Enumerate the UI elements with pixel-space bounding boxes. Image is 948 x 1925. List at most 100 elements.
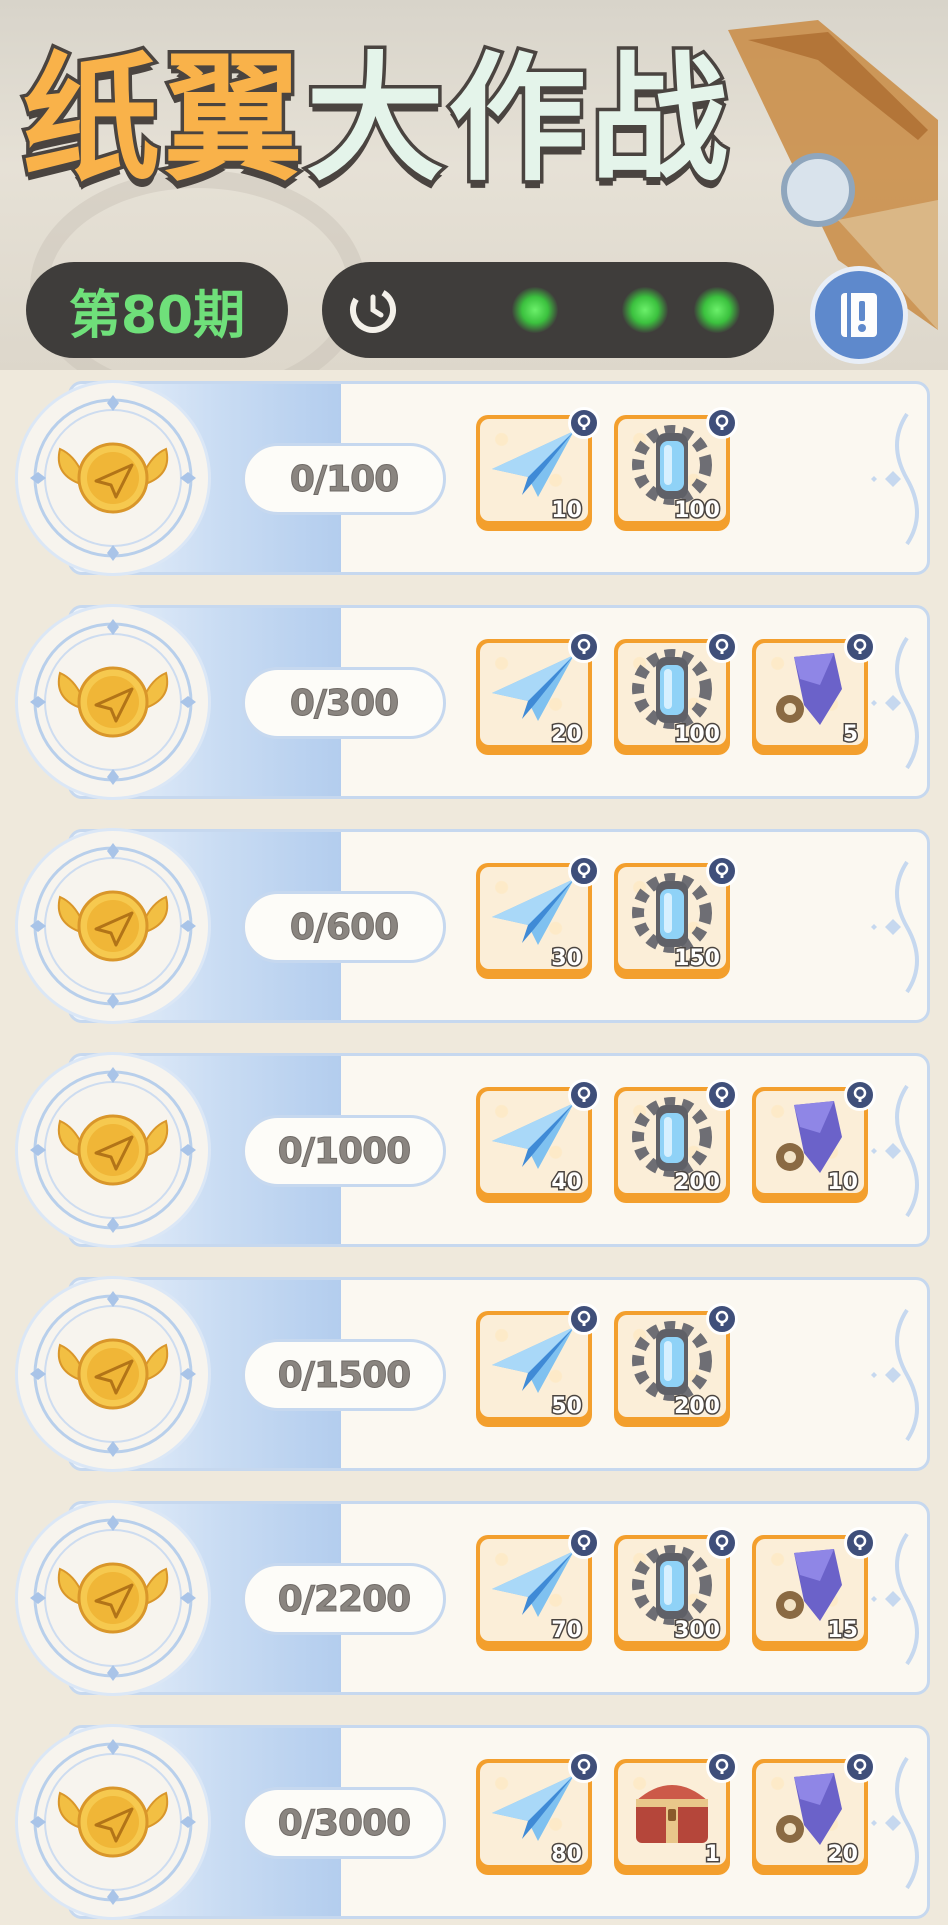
medal-frame <box>30 1515 196 1681</box>
reward-item[interactable]: 70 <box>476 1527 600 1651</box>
gear-capsule-icon <box>626 1097 718 1177</box>
reward-item[interactable]: 150 <box>614 855 738 979</box>
milestone-row: 0/3000 80 1 20 <box>0 1719 948 1925</box>
info-icon[interactable] <box>568 855 600 887</box>
progress-counter: 0/300 <box>242 667 446 739</box>
info-icon[interactable] <box>706 1303 738 1335</box>
reward-count: 200 <box>673 1169 722 1194</box>
info-icon[interactable] <box>568 1079 600 1111</box>
event-header: 纸翼 大作战 第80期 <box>0 0 948 370</box>
card-ornament <box>871 860 919 994</box>
medal-frame <box>30 843 196 1009</box>
info-icon[interactable] <box>844 631 876 663</box>
milestone-row: 0/600 30 150 <box>0 823 948 1029</box>
medal-icon <box>18 1727 208 1917</box>
reward-count: 100 <box>673 497 722 522</box>
reward-count: 5 <box>841 721 859 746</box>
paper-plane-icon <box>488 873 580 953</box>
reward-count: 80 <box>550 1841 584 1866</box>
milestone-row: 0/2200 70 300 15 <box>0 1495 948 1701</box>
timer-digit-blurred <box>512 287 558 333</box>
crystal-gear-icon <box>764 1097 856 1177</box>
progress-counter: 0/1500 <box>242 1339 446 1411</box>
progress-text: 0/600 <box>289 906 399 948</box>
reward-item[interactable]: 15 <box>752 1527 876 1651</box>
info-icon[interactable] <box>568 1751 600 1783</box>
progress-text: 0/300 <box>289 682 399 724</box>
title-part-2: 大作战 <box>303 39 733 200</box>
medal-icon <box>18 1055 208 1245</box>
reward-count: 200 <box>673 1393 722 1418</box>
reward-item[interactable]: 200 <box>614 1303 738 1427</box>
progress-counter: 0/3000 <box>242 1787 446 1859</box>
info-icon[interactable] <box>568 407 600 439</box>
gear-capsule-icon <box>626 873 718 953</box>
progress-text: 0/3000 <box>277 1802 411 1844</box>
reward-item[interactable]: 200 <box>614 1079 738 1203</box>
reward-item[interactable]: 1 <box>614 1751 738 1875</box>
reward-item[interactable]: 80 <box>476 1751 600 1875</box>
reward-item[interactable]: 20 <box>476 631 600 755</box>
reward-count: 20 <box>550 721 584 746</box>
title-part-1: 纸翼 <box>18 39 307 200</box>
info-icon[interactable] <box>568 1527 600 1559</box>
reward-count: 10 <box>550 497 584 522</box>
progress-text: 0/100 <box>289 458 399 500</box>
info-icon[interactable] <box>844 1079 876 1111</box>
reward-item[interactable]: 10 <box>476 407 600 531</box>
info-icon[interactable] <box>844 1527 876 1559</box>
paper-plane-icon <box>488 1769 580 1849</box>
reward-item[interactable]: 300 <box>614 1527 738 1651</box>
card-ornament <box>871 412 919 546</box>
issue-label: 第80期 <box>68 285 246 346</box>
clock-icon <box>350 287 396 333</box>
reward-count: 300 <box>673 1617 722 1642</box>
reward-item[interactable]: 100 <box>614 407 738 531</box>
reward-count: 10 <box>826 1169 860 1194</box>
reward-count: 150 <box>673 945 722 970</box>
info-icon[interactable] <box>706 855 738 887</box>
progress-text: 0/2200 <box>277 1578 411 1620</box>
guide-button[interactable] <box>810 266 908 364</box>
info-icon[interactable] <box>706 1079 738 1111</box>
info-icon[interactable] <box>706 407 738 439</box>
medal-icon <box>18 1503 208 1693</box>
info-icon[interactable] <box>844 1751 876 1783</box>
milestone-row: 0/300 20 100 5 <box>0 599 948 805</box>
info-icon[interactable] <box>706 1527 738 1559</box>
info-icon[interactable] <box>568 1303 600 1335</box>
reward-item[interactable]: 5 <box>752 631 876 755</box>
reward-item[interactable]: 10 <box>752 1079 876 1203</box>
issue-badge: 第80期 <box>26 262 288 358</box>
info-icon[interactable] <box>706 631 738 663</box>
reward-item[interactable]: 50 <box>476 1303 600 1427</box>
reward-count: 70 <box>550 1617 584 1642</box>
timer-digit-blurred <box>694 287 740 333</box>
paper-plane-icon <box>488 1097 580 1177</box>
milestone-row: 0/1500 50 200 <box>0 1271 948 1477</box>
medal-icon <box>18 1279 208 1469</box>
reward-count: 30 <box>550 945 584 970</box>
paper-plane-icon <box>488 425 580 505</box>
crystal-gear-icon <box>764 1545 856 1625</box>
paper-plane-icon <box>488 1321 580 1401</box>
treasure-chest-icon <box>626 1769 718 1849</box>
timer-digit-blurred <box>622 287 668 333</box>
reward-item[interactable]: 20 <box>752 1751 876 1875</box>
gear-capsule-icon <box>626 1545 718 1625</box>
card-ornament <box>871 1308 919 1442</box>
medal-frame <box>30 395 196 561</box>
medal-icon <box>18 831 208 1021</box>
reward-item[interactable]: 30 <box>476 855 600 979</box>
info-icon[interactable] <box>568 631 600 663</box>
info-icon[interactable] <box>706 1751 738 1783</box>
reward-item[interactable]: 40 <box>476 1079 600 1203</box>
event-title: 纸翼 大作战 <box>18 30 733 210</box>
progress-text: 0/1000 <box>277 1130 411 1172</box>
reward-item[interactable]: 100 <box>614 631 738 755</box>
countdown-timer <box>322 262 774 358</box>
paper-plane-icon <box>488 649 580 729</box>
reward-count: 50 <box>550 1393 584 1418</box>
milestone-row: 0/100 10 100 <box>0 375 948 581</box>
reward-count: 100 <box>673 721 722 746</box>
